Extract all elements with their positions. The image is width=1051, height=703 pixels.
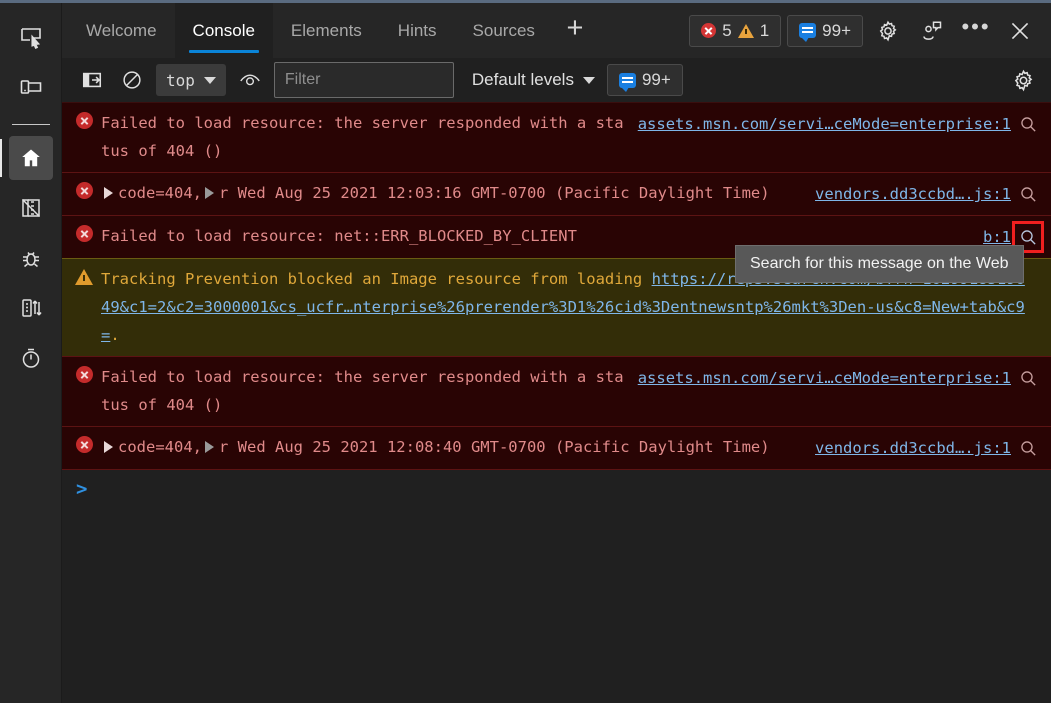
expand-arrow-icon[interactable]	[104, 187, 113, 199]
tab-strip: Welcome Console Elements Hints Sources +	[62, 3, 1051, 58]
message-count-button[interactable]: 99+	[787, 15, 863, 47]
message-icon	[799, 23, 816, 38]
source-link[interactable]: assets.msn.com/servi…ceMode=enterprise:1	[638, 110, 1011, 138]
activity-bar-divider	[12, 124, 50, 125]
console-message-row[interactable]: Failed to load resource: the server resp…	[62, 356, 1051, 427]
warning-message-text: Tracking Prevention blocked an Image res…	[101, 270, 652, 288]
gear-icon[interactable]	[869, 12, 907, 50]
more-options-icon[interactable]: •••	[957, 12, 995, 50]
console-log[interactable]: Failed to load resource: the server resp…	[62, 102, 1051, 703]
message-icon	[619, 73, 636, 88]
tab-label: Console	[193, 21, 255, 41]
source-link[interactable]: vendors.dd3ccbd….js:1	[815, 434, 1011, 462]
tab-elements[interactable]: Elements	[273, 3, 380, 58]
error-icon	[74, 436, 94, 453]
console-message-source: assets.msn.com/servi…ceMode=enterprise:1	[638, 363, 1041, 392]
toolbar-message-count-button[interactable]: 99+	[607, 64, 683, 96]
search-web-icon[interactable]	[1015, 365, 1041, 391]
device-emulation-icon[interactable]	[9, 65, 53, 109]
error-icon	[74, 112, 94, 129]
chevron-down-icon	[583, 77, 595, 84]
tab-console[interactable]: Console	[175, 3, 273, 58]
activity-bar	[0, 3, 62, 703]
console-message-row[interactable]: code=404, r Wed Aug 25 2021 12:03:16 GMT-…	[62, 172, 1051, 216]
expand-arrow-icon[interactable]	[104, 441, 113, 453]
console-message-text: code=404, r Wed Aug 25 2021 12:03:16 GMT-…	[101, 179, 815, 207]
toolbar-message-count: 99+	[642, 70, 671, 90]
issue-counts-button[interactable]: 5 1	[689, 15, 781, 47]
tab-sources[interactable]: Sources	[455, 3, 553, 58]
console-message-text: Failed to load resource: the server resp…	[101, 109, 638, 165]
console-message-text: Failed to load resource: the server resp…	[101, 363, 638, 419]
source-link[interactable]: assets.msn.com/servi…ceMode=enterprise:1	[638, 364, 1011, 392]
warning-count: 1	[760, 21, 769, 41]
clear-console-icon[interactable]	[116, 64, 148, 96]
log-levels-dropdown[interactable]: Default levels	[468, 70, 599, 90]
filter-input[interactable]	[274, 62, 454, 98]
expand-arrow-icon[interactable]	[205, 187, 214, 199]
prompt-caret-icon: >	[76, 478, 87, 500]
console-message-source: vendors.dd3ccbd….js:1	[815, 179, 1041, 208]
source-link[interactable]: vendors.dd3ccbd….js:1	[815, 180, 1011, 208]
tabstrip-actions: 5 1 99+	[689, 3, 1051, 58]
chevron-down-icon	[204, 77, 216, 84]
tab-label: Sources	[473, 21, 535, 41]
console-settings-gear-icon[interactable]	[1007, 64, 1039, 96]
tab-label: Welcome	[86, 21, 157, 41]
activity-item-debugger-bug-icon[interactable]	[9, 236, 53, 280]
tab-label: Hints	[398, 21, 437, 41]
console-message-row[interactable]: Failed to load resource: the server resp…	[62, 102, 1051, 173]
console-prompt[interactable]: >	[62, 470, 1051, 500]
error-icon	[74, 182, 94, 199]
inspect-element-icon[interactable]	[9, 15, 53, 59]
devtools-window: Welcome Console Elements Hints Sources +	[0, 0, 1051, 703]
tab-list: Welcome Console Elements Hints Sources +	[68, 3, 597, 58]
expand-arrow-icon[interactable]	[205, 441, 214, 453]
close-icon[interactable]	[1001, 12, 1039, 50]
sidebar-toggle-icon[interactable]	[76, 64, 108, 96]
error-icon	[701, 23, 716, 38]
console-toolbar: top Default levels 99+	[62, 58, 1051, 102]
console-message-suffix: r Wed Aug 25 2021 12:08:40 GMT-0700 (Pac…	[219, 438, 770, 456]
activity-item-network-icon[interactable]	[9, 286, 53, 330]
message-count: 99+	[822, 21, 851, 41]
add-tab-button[interactable]: +	[553, 3, 597, 58]
error-count: 5	[722, 21, 731, 41]
feedback-icon[interactable]	[913, 12, 951, 50]
warning-message-trailing: .	[110, 326, 119, 344]
tab-label: Elements	[291, 21, 362, 41]
console-message-prefix: code=404,	[118, 184, 202, 202]
console-message-source: assets.msn.com/servi…ceMode=enterprise:1	[638, 109, 1041, 138]
search-web-icon[interactable]	[1015, 435, 1041, 461]
tab-welcome[interactable]: Welcome	[68, 3, 175, 58]
log-levels-value: Default levels	[472, 70, 574, 90]
execution-context-value: top	[166, 71, 195, 90]
tab-hints[interactable]: Hints	[380, 3, 455, 58]
search-web-icon[interactable]	[1015, 111, 1041, 137]
console-message-suffix: r Wed Aug 25 2021 12:03:16 GMT-0700 (Pac…	[219, 184, 770, 202]
console-message-prefix: code=404,	[118, 438, 202, 456]
warning-icon	[738, 24, 754, 38]
search-web-icon[interactable]	[1015, 181, 1041, 207]
warning-icon	[74, 268, 94, 285]
execution-context-dropdown[interactable]: top	[156, 64, 226, 96]
error-icon	[74, 225, 94, 242]
console-message-text: code=404, r Wed Aug 25 2021 12:08:40 GMT-…	[101, 433, 815, 461]
console-message-source: vendors.dd3ccbd….js:1	[815, 433, 1041, 462]
activity-item-performance-timer-icon[interactable]	[9, 336, 53, 380]
main-panel: Welcome Console Elements Hints Sources +	[62, 3, 1051, 703]
activity-item-home[interactable]	[9, 136, 53, 180]
activity-item-elements-ruler-icon[interactable]	[9, 186, 53, 230]
console-message-row[interactable]: code=404, r Wed Aug 25 2021 12:08:40 GMT-…	[62, 426, 1051, 470]
error-icon	[74, 366, 94, 383]
live-expression-eye-icon[interactable]	[234, 64, 266, 96]
tooltip: Search for this message on the Web	[735, 245, 1024, 283]
